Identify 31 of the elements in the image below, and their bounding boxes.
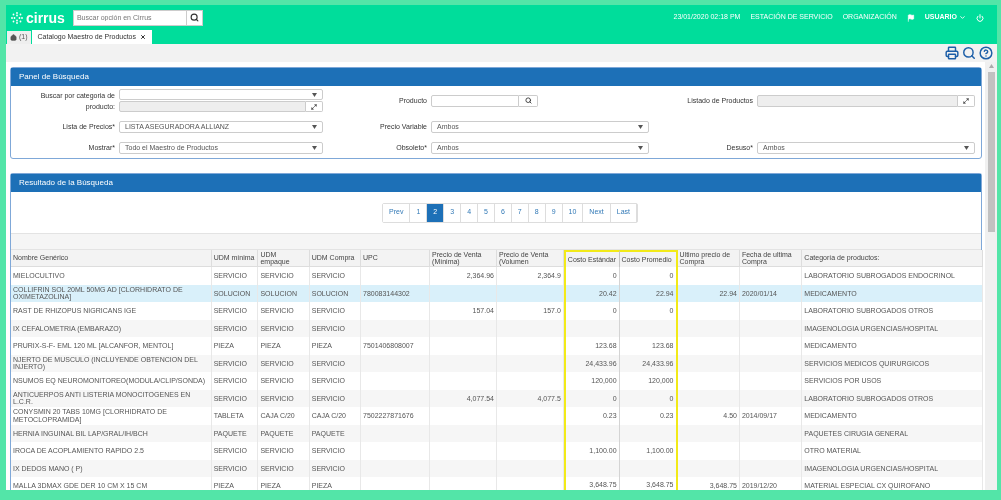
- input-field[interactable]: [757, 94, 958, 107]
- search-icon: [524, 97, 532, 104]
- input-field[interactable]: [431, 94, 519, 107]
- caret-icon: [638, 125, 643, 129]
- select-field[interactable]: [119, 89, 323, 100]
- printer-icon[interactable]: [945, 46, 959, 60]
- power-icon[interactable]: [976, 13, 984, 22]
- expand-icon: [311, 103, 317, 110]
- caret-icon: [638, 146, 643, 150]
- search-icon[interactable]: [962, 46, 976, 60]
- caret-icon: [312, 125, 317, 129]
- panel-title: Resultado de la Búsqueda: [11, 174, 981, 192]
- flag-icon[interactable]: [906, 13, 915, 22]
- close-icon[interactable]: [140, 34, 146, 40]
- logo-icon: [11, 11, 23, 24]
- scrollbar-thumb[interactable]: [987, 72, 995, 232]
- search-icon: [189, 13, 199, 22]
- panel-title: Panel de Búsqueda: [11, 68, 981, 86]
- expand-icon: [963, 97, 969, 104]
- caret-icon: [959, 14, 966, 21]
- help-icon[interactable]: [979, 46, 993, 60]
- search-button[interactable]: [519, 94, 538, 107]
- logo-text: cirrus: [26, 10, 65, 25]
- expand-button[interactable]: [958, 94, 975, 107]
- caret-icon: [312, 92, 317, 97]
- input-field[interactable]: [119, 101, 306, 112]
- scroll-up-icon[interactable]: [988, 64, 994, 68]
- caret-icon: [964, 146, 969, 150]
- caret-icon: [312, 146, 317, 150]
- scrollbar[interactable]: [985, 62, 997, 490]
- expand-button[interactable]: [306, 101, 323, 112]
